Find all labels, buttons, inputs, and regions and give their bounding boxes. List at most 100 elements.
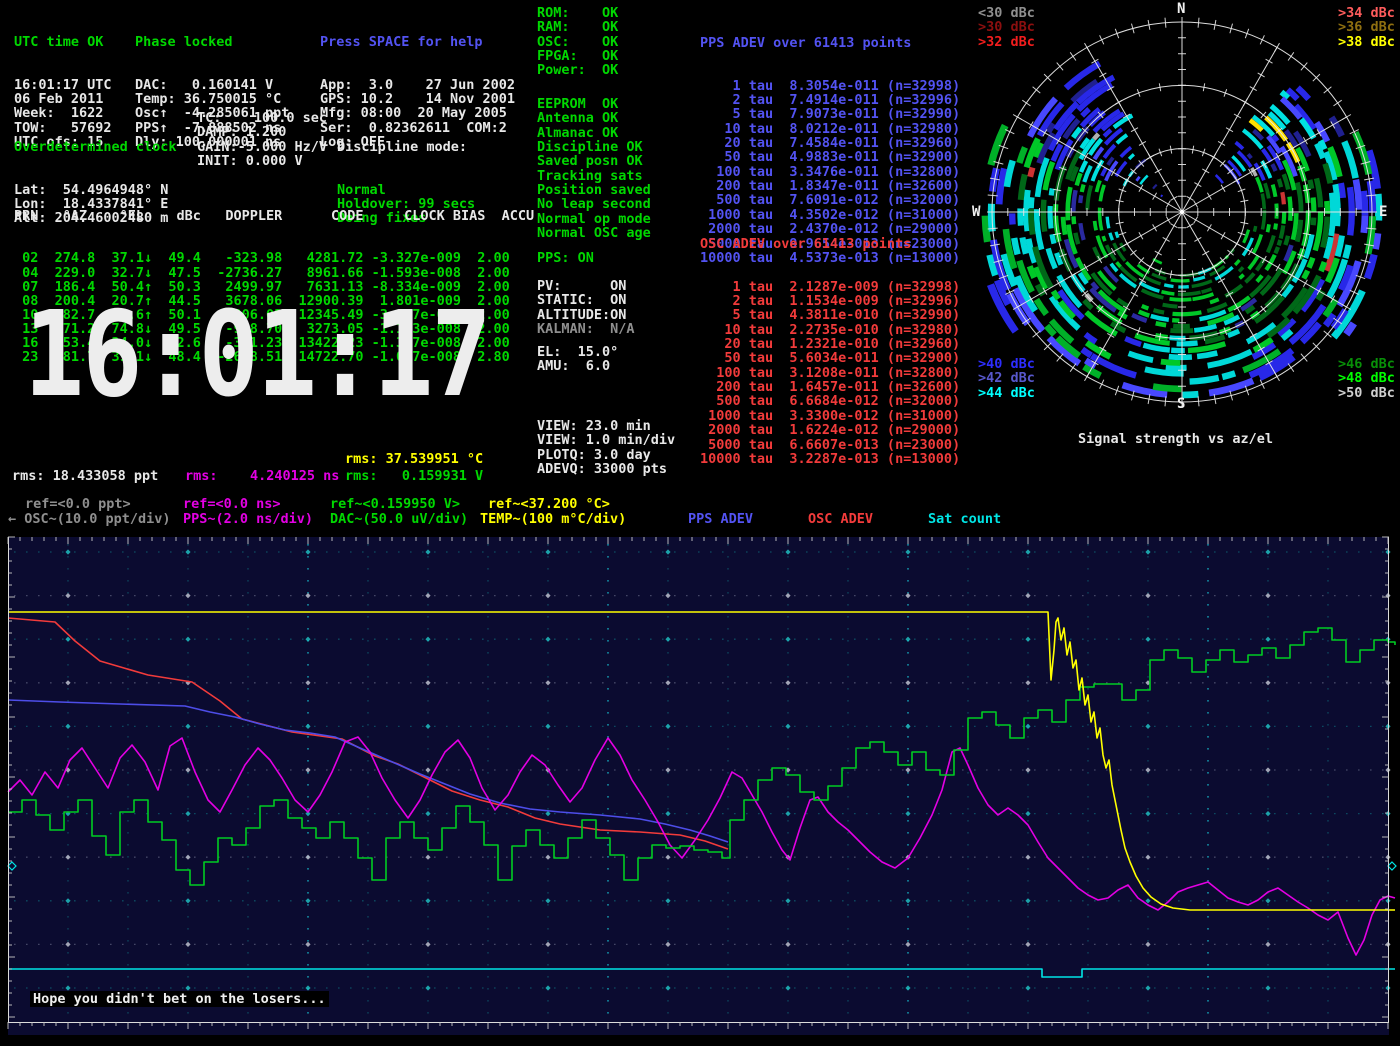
osc-adev-row: 1000 tau 3.3300e-012 (n=31000) — [700, 409, 960, 423]
rms-dac: rms: 0.159931 V — [345, 469, 483, 483]
polar-signal-arc — [1019, 147, 1025, 163]
polar-signal-arc — [991, 126, 1005, 166]
dbc-legend-top-right: >34 dBc>36 dBc>38 dBc — [1338, 6, 1395, 49]
osc-adev-row: 10 tau 2.2735e-010 (n=32980) — [700, 323, 960, 337]
polar-signal-arc — [1367, 255, 1374, 279]
polar-signal-arc — [1265, 183, 1269, 198]
polar-signal-arc — [1272, 164, 1275, 171]
polar-signal-arc — [1323, 217, 1327, 248]
polar-signal-arc — [1081, 161, 1086, 172]
polar-signal-arc — [1116, 162, 1126, 176]
polar-signal-arc — [1313, 198, 1314, 213]
polar-signal-arc — [1117, 262, 1121, 267]
polar-signal-arc — [1284, 174, 1288, 189]
polar-signal-arc — [1080, 195, 1081, 203]
polar-signal-arc — [1285, 236, 1288, 245]
polar-signal-arc — [985, 216, 987, 242]
polar-signal-arc — [1100, 185, 1104, 201]
polar-signal-arc — [1142, 306, 1149, 309]
polar-signal-arc — [1073, 190, 1075, 211]
view-settings-block: VIEW: 23.0 minVIEW: 1.0 min/divPLOTQ: 3.… — [537, 419, 675, 476]
polar-signal-arc — [1350, 187, 1352, 235]
polar-signal-arc — [1143, 345, 1169, 350]
rms-temp: rms: 37.539951 °C — [345, 452, 483, 466]
polar-signal-arc — [1153, 185, 1157, 189]
polar-signal-arc — [1297, 183, 1301, 213]
polar-signal-arc — [1030, 266, 1035, 278]
temp-ref-label: ref~<37.200 °C> — [488, 497, 610, 511]
osc-adev-row: 500 tau 6.6684e-012 (n=32000) — [700, 394, 960, 408]
polar-signal-arc — [1108, 158, 1113, 165]
polar-signal-arc — [1344, 142, 1355, 179]
plot-edge-marker — [1388, 862, 1396, 870]
rms-pps: rms: 4.240125 ns — [185, 469, 339, 483]
polar-signal-arc — [1161, 362, 1181, 363]
polar-signal-arc — [1266, 255, 1275, 270]
osc-adev-row: 10000 tau 3.2287e-013 (n=13000) — [700, 452, 960, 466]
osc-adev-row: 2 tau 1.1534e-009 (n=32996) — [700, 294, 960, 308]
polar-signal-arc — [1253, 235, 1261, 254]
pps-adev-row: 2 tau 7.4914e-011 (n=32996) — [700, 93, 960, 107]
receiver-flag: Tracking sats — [537, 169, 651, 183]
osc-adev-rows: 1 tau 2.1287e-009 (n=32998) 2 tau 1.1534… — [700, 280, 960, 466]
polar-signal-arc — [1244, 230, 1249, 243]
polar-signal-arc — [1125, 339, 1141, 345]
satellite-table-header: PRN °AZ °EL dBc DOPPLER CODE CLOCK BIAS … — [14, 209, 534, 223]
temp-scale-label: TEMP~(100 m°C/div) — [480, 512, 626, 526]
polar-signal-arc — [1317, 178, 1321, 207]
polar-signal-arc — [1068, 187, 1071, 220]
version-line: GPS: 10.2 14 Nov 2001 — [320, 92, 515, 106]
polar-signal-arc — [1085, 334, 1096, 342]
dbc-legend-entry: >46 dBc — [1338, 357, 1395, 371]
help-hint: Press SPACE for help — [320, 35, 515, 49]
phase-locked-header: Phase locked — [135, 35, 289, 49]
pps-adev-row: 1 tau 8.3054e-011 (n=32998) — [700, 79, 960, 93]
pps-adev-row: 500 tau 7.6091e-012 (n=32000) — [700, 193, 960, 207]
polar-signal-arc — [1102, 168, 1106, 176]
loop-params-block: TC: 100.0 secDAMP: 1.200GAIN:-5.000 Hz/V… — [197, 111, 327, 168]
polar-signal-arc — [1268, 224, 1270, 232]
polar-signal-arc — [1030, 168, 1032, 177]
rms-osc: rms: 18.433058 ppt — [12, 469, 158, 483]
polar-signal-arc — [1163, 305, 1178, 307]
dbc-legend-entry: >42 dBc — [978, 371, 1035, 385]
osc-adev-row: 1 tau 2.1287e-009 (n=32998) — [700, 280, 960, 294]
mode-line: STATIC: ON — [537, 293, 626, 307]
polar-signal-arc — [1194, 326, 1216, 330]
polar-signal-arc — [1193, 277, 1205, 280]
mode-block: PV: ONSTATIC: ONALTITUDE:ON — [537, 279, 626, 322]
dbc-legend-entry: >48 dBc — [1338, 371, 1395, 385]
dbc-legend-entry: >50 dBc — [1338, 386, 1395, 400]
status-message: Hope you didn't bet on the losers... — [30, 991, 329, 1007]
pps-adev-header: PPS ADEV over 61413 points — [700, 36, 960, 50]
polar-signal-arc — [1116, 232, 1118, 238]
polar-signal-arc — [1129, 154, 1134, 159]
version-line: App: 3.0 27 Jun 2002 — [320, 78, 515, 92]
polar-signal-arc — [1321, 262, 1325, 271]
receiver-flags-block: EEPROM OKAntenna OKAlmanac OKDiscipline … — [537, 97, 651, 240]
polar-signal-arc — [1235, 260, 1239, 265]
dbc-legend-top-left: <30 dBc>30 dBc>32 dBc — [978, 6, 1035, 49]
sat-count-legend: Sat count — [928, 512, 1001, 526]
polar-signal-arc — [1216, 175, 1223, 183]
polar-signal-arc — [1057, 253, 1061, 265]
pps-adev-row: 5 tau 7.9073e-011 (n=32990) — [700, 107, 960, 121]
loop-param-line: INIT: 0.000 V — [197, 154, 327, 168]
dbc-legend-bottom-right: >46 dBc>48 dBc>50 dBc — [1338, 357, 1395, 400]
dbc-legend-entry: >30 dBc — [978, 20, 1035, 34]
polar-signal-arc — [1192, 281, 1212, 287]
hardware-status-block: ROM: OKRAM: OKOSC: OKFPGA: OKPower: OK — [537, 6, 618, 78]
dbc-legend-entry: <30 dBc — [978, 6, 1035, 20]
polar-signal-arc — [1154, 310, 1165, 313]
polar-signal-arc — [1298, 88, 1309, 99]
polar-signal-arc — [1262, 194, 1264, 209]
compass-west: W — [972, 204, 980, 220]
polar-signal-arc — [1274, 136, 1278, 141]
osc-ref-label: ref=<0.0 ppt> — [25, 497, 131, 511]
polar-signal-arc — [1140, 176, 1147, 185]
receiver-flag: Discipline OK — [537, 140, 651, 154]
polar-signal-arc — [1268, 236, 1274, 253]
mode-line: PV: ON — [537, 279, 626, 293]
polar-signal-arc — [1156, 323, 1166, 325]
polar-signal-arc — [1139, 312, 1150, 316]
